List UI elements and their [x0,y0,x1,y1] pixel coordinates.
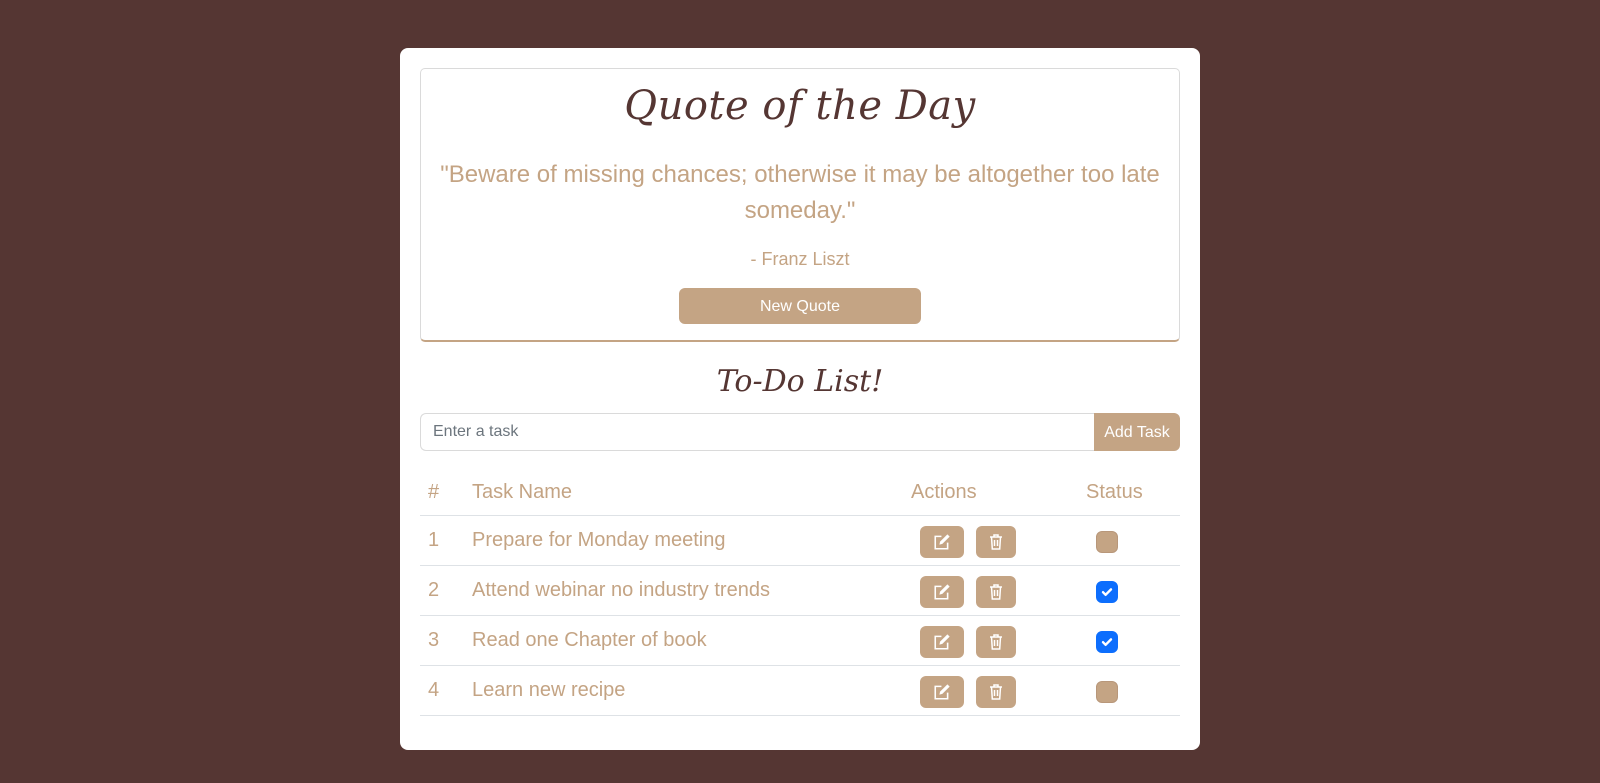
quote-card: Quote of the Day "Beware of missing chan… [420,68,1180,342]
table-header: # Task Name Actions Status [420,466,1180,516]
header-task-name: Task Name [472,481,573,503]
table-row: 2 Attend webinar no industry trends [420,566,1180,616]
delete-button[interactable] [976,526,1016,558]
delete-button[interactable] [976,626,1016,658]
table-row: 3 Read one Chapter of book [420,616,1180,666]
header-status: Status [1086,481,1143,503]
task-name: Prepare for Monday meeting [472,529,726,551]
delete-button[interactable] [976,676,1016,708]
quote-author: - Franz Liszt [750,249,850,269]
task-name: Attend webinar no industry trends [472,579,770,601]
table-row: 1 Prepare for Monday meeting [420,516,1180,566]
main-card: Quote of the Day "Beware of missing chan… [400,48,1200,750]
task-number: 1 [428,529,440,551]
edit-button[interactable] [920,576,964,608]
edit-icon [934,634,950,650]
todo-title: To-Do List! [716,364,884,399]
edit-button[interactable] [920,626,964,658]
status-checkbox[interactable] [1096,531,1118,553]
trash-icon [990,534,1002,550]
quote-text: "Beware of missing chances; otherwise it… [440,161,1160,224]
task-name: Read one Chapter of book [472,629,707,651]
task-table: # Task Name Actions Status 1 Prepare for… [420,466,1180,716]
edit-button[interactable] [920,526,964,558]
status-checkbox[interactable] [1096,681,1118,703]
new-quote-button[interactable]: New Quote [679,288,921,324]
edit-button[interactable] [920,676,964,708]
trash-icon [990,584,1002,600]
edit-icon [934,534,950,550]
table-row: 4 Learn new recipe [420,666,1180,716]
check-icon [1101,588,1113,596]
add-task-button[interactable]: Add Task [1094,413,1180,451]
task-input[interactable] [420,413,1094,451]
task-name: Learn new recipe [472,679,626,701]
header-number: # [428,481,440,503]
trash-icon [990,684,1002,700]
task-number: 2 [428,579,440,601]
status-checkbox[interactable] [1096,581,1118,603]
edit-icon [934,584,950,600]
check-icon [1101,638,1113,646]
quote-title: Quote of the Day [624,83,976,129]
task-number: 3 [428,629,440,651]
task-number: 4 [428,679,440,701]
status-checkbox[interactable] [1096,631,1118,653]
header-actions: Actions [911,481,977,503]
trash-icon [990,634,1002,650]
delete-button[interactable] [976,576,1016,608]
edit-icon [934,684,950,700]
